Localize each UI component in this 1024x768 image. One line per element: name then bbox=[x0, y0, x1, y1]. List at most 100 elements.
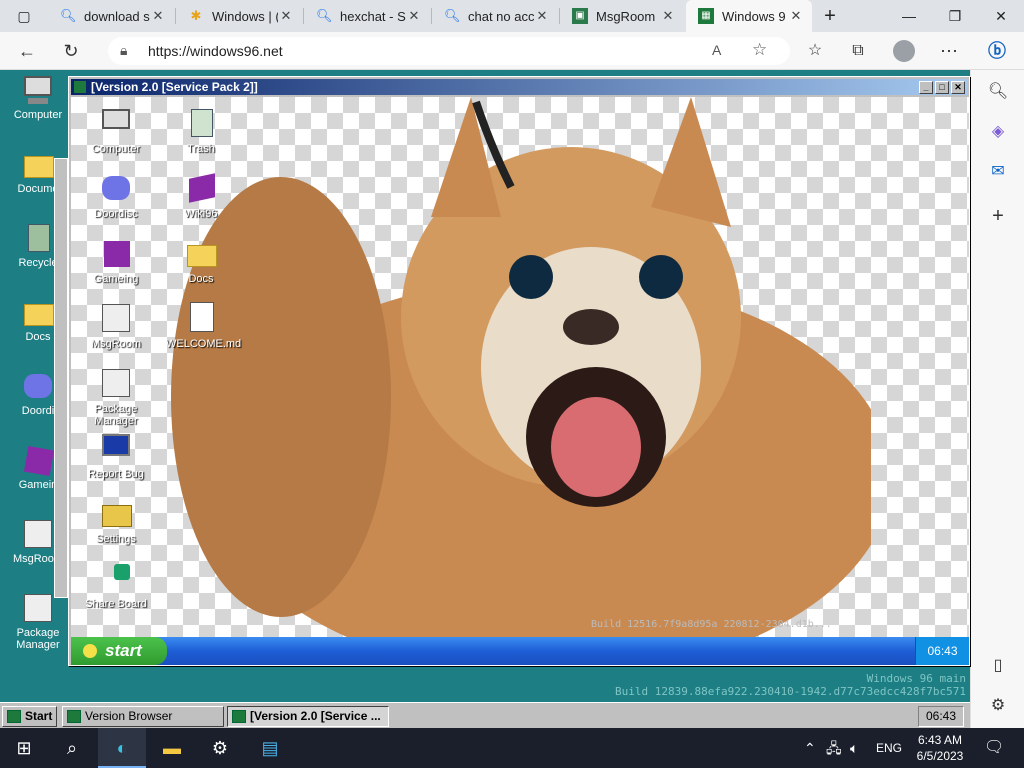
taskbar-item-version-browser[interactable]: Version Browser bbox=[62, 706, 224, 727]
search-icon: 🔍︎ bbox=[444, 8, 461, 23]
tab-6-active[interactable]: ▦ Windows 9 ✕ bbox=[686, 0, 812, 32]
favorites-icon[interactable]: ☆ bbox=[800, 36, 830, 66]
windows96-logo-icon bbox=[7, 710, 21, 723]
language-indicator[interactable]: ENG bbox=[876, 728, 902, 768]
favorite-star-icon[interactable]: ☆ bbox=[752, 40, 767, 60]
background-window-edge[interactable] bbox=[54, 158, 68, 598]
minimize-icon[interactable]: _ bbox=[919, 81, 933, 94]
tab-3[interactable]: 🔍︎ hexchat - S ✕ bbox=[304, 0, 430, 32]
pinwheel-icon: ✱ bbox=[190, 8, 202, 23]
monitor-icon bbox=[100, 432, 132, 464]
icon-share-board[interactable]: Share Board bbox=[81, 562, 151, 610]
icon-trash[interactable]: Trash bbox=[166, 107, 236, 155]
maximize-icon[interactable]: □ bbox=[935, 81, 949, 94]
tab-2[interactable]: ✱ Windows | ( ✕ bbox=[176, 0, 302, 32]
window-app-icon bbox=[74, 81, 86, 93]
close-icon[interactable]: ✕ bbox=[150, 8, 166, 24]
settings-gear-icon[interactable]: ⚙ bbox=[986, 694, 1010, 718]
icon-wiki96[interactable]: Wiki96 bbox=[166, 172, 236, 220]
icon-label: Trash bbox=[187, 143, 215, 155]
back-arrow-icon[interactable]: ← bbox=[12, 36, 42, 66]
add-sidebar-icon[interactable]: + bbox=[986, 204, 1010, 228]
msgroom-icon: ▣ bbox=[572, 8, 588, 24]
collections-icon[interactable]: ⧉ bbox=[843, 36, 873, 66]
icon-report-bug[interactable]: Report Bug bbox=[81, 432, 151, 480]
close-icon[interactable]: ✕ bbox=[788, 8, 804, 24]
chevron-up-icon[interactable]: ⌃ bbox=[804, 728, 816, 768]
os-taskbar: ⊞ ⌕ ◐ ▬ ⚙ ▤ ⌃ 🖧︎ 🔈︎ ENG 6:43 AM 6/5/2023… bbox=[0, 728, 1024, 768]
caracal-wallpaper bbox=[171, 97, 871, 637]
computer-icon bbox=[22, 74, 54, 106]
notifications-icon[interactable]: 🗨︎ bbox=[984, 728, 1004, 768]
read-aloud-icon[interactable]: A bbox=[712, 42, 721, 58]
icon-label: Report Bug bbox=[88, 468, 144, 480]
inner-build-text: Build 12516.7f9a8d95a 220812-2304.d1b... bbox=[591, 619, 832, 630]
volume-muted-icon[interactable]: 🔈︎ bbox=[850, 728, 858, 768]
windows96-icon: ▦ bbox=[698, 8, 714, 24]
desktop-icon-package-manager[interactable]: Package Manager bbox=[0, 592, 76, 651]
icon-computer[interactable]: Computer bbox=[81, 107, 151, 155]
icon-label: Package Manager bbox=[94, 403, 138, 427]
icon-label: Computer bbox=[91, 143, 141, 155]
msgroom-icon bbox=[100, 302, 132, 334]
app-window-icon[interactable]: ▤ bbox=[246, 728, 294, 768]
icon-gameing[interactable]: Gameing bbox=[81, 237, 151, 285]
close-icon[interactable]: ✕ bbox=[534, 8, 550, 24]
new-tab-button[interactable]: + bbox=[814, 0, 846, 32]
w96-start-button[interactable]: Start bbox=[2, 706, 57, 727]
minimize-icon[interactable]: — bbox=[886, 0, 932, 32]
close-icon[interactable]: ✕ bbox=[660, 8, 676, 24]
close-icon[interactable]: ✕ bbox=[406, 8, 422, 24]
tab-1[interactable]: 🔍︎ download s ✕ bbox=[48, 0, 174, 32]
folder-icon bbox=[22, 148, 54, 180]
url-text: https://windows96.net bbox=[148, 43, 283, 59]
icon-msgroom[interactable]: MsgRoom bbox=[81, 302, 151, 350]
tab-5[interactable]: ▣ MsgRoom ✕ bbox=[560, 0, 684, 32]
more-menu-icon[interactable]: ⋯ bbox=[934, 36, 964, 66]
cube-icon bbox=[22, 444, 55, 477]
settings-gear-icon[interactable]: ⚙ bbox=[196, 728, 244, 768]
recycle-bin-icon bbox=[185, 107, 217, 139]
tab-title: chat no acc bbox=[468, 8, 534, 24]
icon-label: WELCOME.md bbox=[166, 338, 242, 350]
shopping-icon[interactable]: ◈ bbox=[986, 120, 1010, 144]
icon-docs[interactable]: Docs bbox=[166, 237, 236, 285]
icon-label: MsgRoom bbox=[90, 338, 142, 350]
version-window[interactable]: [Version 2.0 [Service Pack 2]] _ □ ✕ Com… bbox=[68, 76, 970, 666]
icon-doordisc[interactable]: Doordisc bbox=[81, 172, 151, 220]
desktop-icon-computer[interactable]: Computer bbox=[0, 74, 76, 121]
taskbar-item-version-window[interactable]: [Version 2.0 [Service ... bbox=[227, 706, 389, 727]
folder-icon bbox=[185, 237, 217, 269]
tab-4[interactable]: 🔍︎ chat no acc ✕ bbox=[432, 0, 558, 32]
icon-label: Recycle bbox=[18, 257, 58, 269]
network-icon[interactable]: 🖧︎ bbox=[826, 728, 842, 768]
icon-package-manager[interactable]: Package Manager bbox=[81, 367, 151, 427]
windows-start-icon[interactable]: ⊞ bbox=[0, 728, 48, 768]
smiley-icon bbox=[83, 644, 97, 658]
address-bar[interactable]: 🔒︎ https://windows96.net A ☆ bbox=[108, 37, 790, 65]
tab-actions-icon[interactable]: ▢ bbox=[4, 0, 44, 32]
close-icon[interactable]: ✕ bbox=[951, 81, 965, 94]
close-window-icon[interactable]: ✕ bbox=[978, 0, 1024, 32]
profile-avatar-icon[interactable] bbox=[889, 36, 919, 66]
cube-icon bbox=[100, 237, 132, 269]
window-title-bar[interactable]: [Version 2.0 [Service Pack 2]] _ □ ✕ bbox=[71, 79, 967, 95]
lock-icon: 🔒︎ bbox=[120, 42, 128, 58]
edge-icon[interactable]: ◐ bbox=[98, 728, 146, 768]
sidebar-toggle-icon[interactable]: ▯ bbox=[986, 654, 1010, 678]
recycle-bin-icon bbox=[22, 222, 54, 254]
windows96-taskbar: Start Version Browser [Version 2.0 [Serv… bbox=[0, 702, 970, 728]
markdown-file-icon bbox=[185, 302, 217, 334]
bing-icon[interactable]: ⓑ bbox=[982, 36, 1012, 66]
close-icon[interactable]: ✕ bbox=[278, 8, 294, 24]
search-icon[interactable]: ⌕ bbox=[48, 728, 96, 768]
file-explorer-icon[interactable]: ▬ bbox=[148, 728, 196, 768]
icon-settings[interactable]: Settings bbox=[81, 497, 151, 545]
system-clock[interactable]: 6:43 AM 6/5/2023 bbox=[910, 728, 970, 768]
search-icon[interactable]: 🔍︎ bbox=[986, 80, 1010, 104]
outlook-icon[interactable]: ✉ bbox=[986, 160, 1010, 184]
restore-icon[interactable]: ❐ bbox=[932, 0, 978, 32]
start-button[interactable]: start bbox=[71, 637, 167, 665]
refresh-icon[interactable]: ↻ bbox=[56, 36, 86, 66]
icon-welcome-md[interactable]: WELCOME.md bbox=[166, 302, 241, 350]
